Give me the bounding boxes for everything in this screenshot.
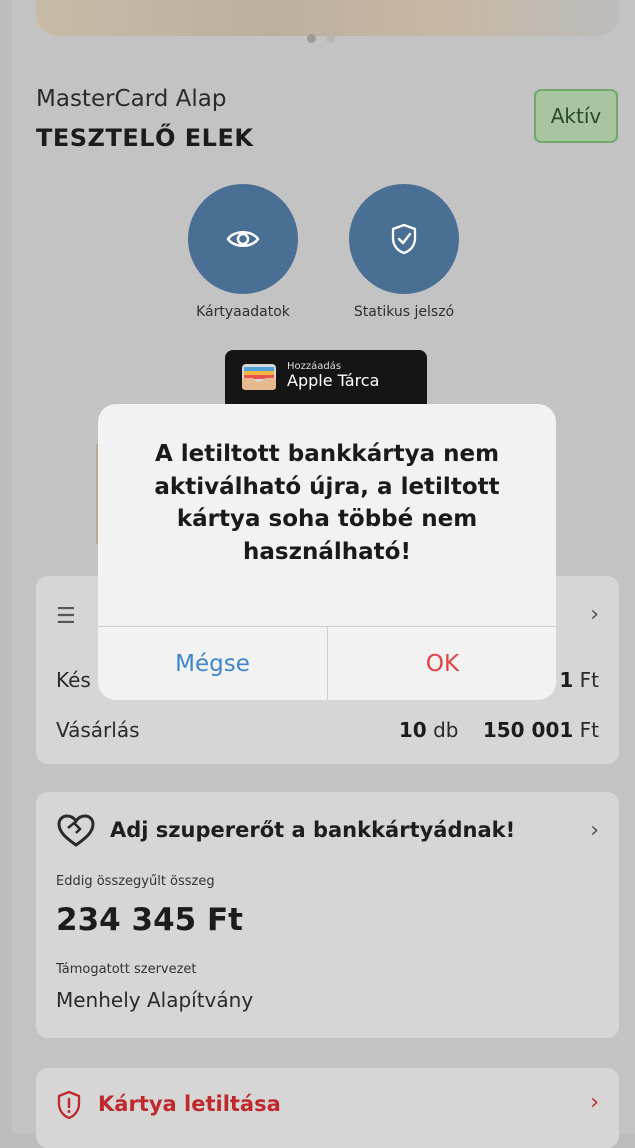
block-card-label: Kártya letiltása [98,1092,281,1116]
block-card-panel[interactable]: Kártya letiltása › [36,1068,619,1148]
pager-dot-active[interactable] [307,34,316,43]
card-details-circle[interactable] [188,184,298,294]
limit-row-label: Vásárlás [56,718,140,742]
card-details-label: Kártyaadatok [196,304,290,320]
limit-row-label: Kés [56,668,91,692]
limit-row-purchase: Vásárlás 10 db 150 001 Ft [56,718,599,742]
card-holder-name: TESZTELŐ ELEK [36,124,254,152]
static-password-circle[interactable] [349,184,459,294]
alert-shield-icon [57,1090,81,1120]
limit-currency: Ft [579,668,599,692]
supported-org-label: Támogatott szervezet [56,962,197,977]
chevron-right-icon: › [590,818,599,843]
cancel-button[interactable]: Mégse [98,627,327,700]
collected-amount: 234 345 Ft [56,902,243,938]
superpower-panel[interactable]: Adj szupererőt a bankkártyádnak! › Eddig… [36,792,619,1038]
limit-amount: 1 [559,668,574,692]
chevron-right-icon: › [590,602,599,627]
static-password-label: Statikus jelszó [353,304,455,320]
collected-label: Eddig összegyűlt összeg [56,874,215,889]
sliders-icon: ☰ [56,604,76,629]
confirm-dialog: A letiltott bankkártya nem aktiválható ú… [98,404,556,700]
superpower-title: Adj szupererőt a bankkártyádnak! [110,818,516,842]
limit-currency: Ft [579,718,599,742]
carousel-pager [307,34,335,43]
card-product-name: MasterCard Alap [36,86,227,112]
eye-icon [226,231,260,247]
card-details-button[interactable]: Kártyaadatok [168,184,318,320]
supported-org-name: Menhely Alapítvány [56,988,254,1012]
shield-check-icon [391,223,417,255]
add-to-apple-wallet-button[interactable]: Hozzáadás Apple Tárca [225,350,427,410]
ok-button[interactable]: OK [328,627,556,700]
wallet-name-label: Apple Tárca [287,370,380,390]
dialog-message: A letiltott bankkártya nem aktiválható ú… [154,441,500,565]
static-password-button[interactable]: Statikus jelszó [329,184,479,320]
chevron-right-icon: › [590,1090,599,1115]
limit-count: 10 [398,718,427,742]
limit-amount: 150 001 [482,718,574,742]
wallet-icon [242,364,276,390]
pager-dot[interactable] [326,34,335,43]
heart-handshake-icon [57,814,95,847]
status-badge: Aktív [534,89,618,143]
card-carousel-image[interactable] [36,0,619,36]
limit-count-unit: db [433,718,459,742]
